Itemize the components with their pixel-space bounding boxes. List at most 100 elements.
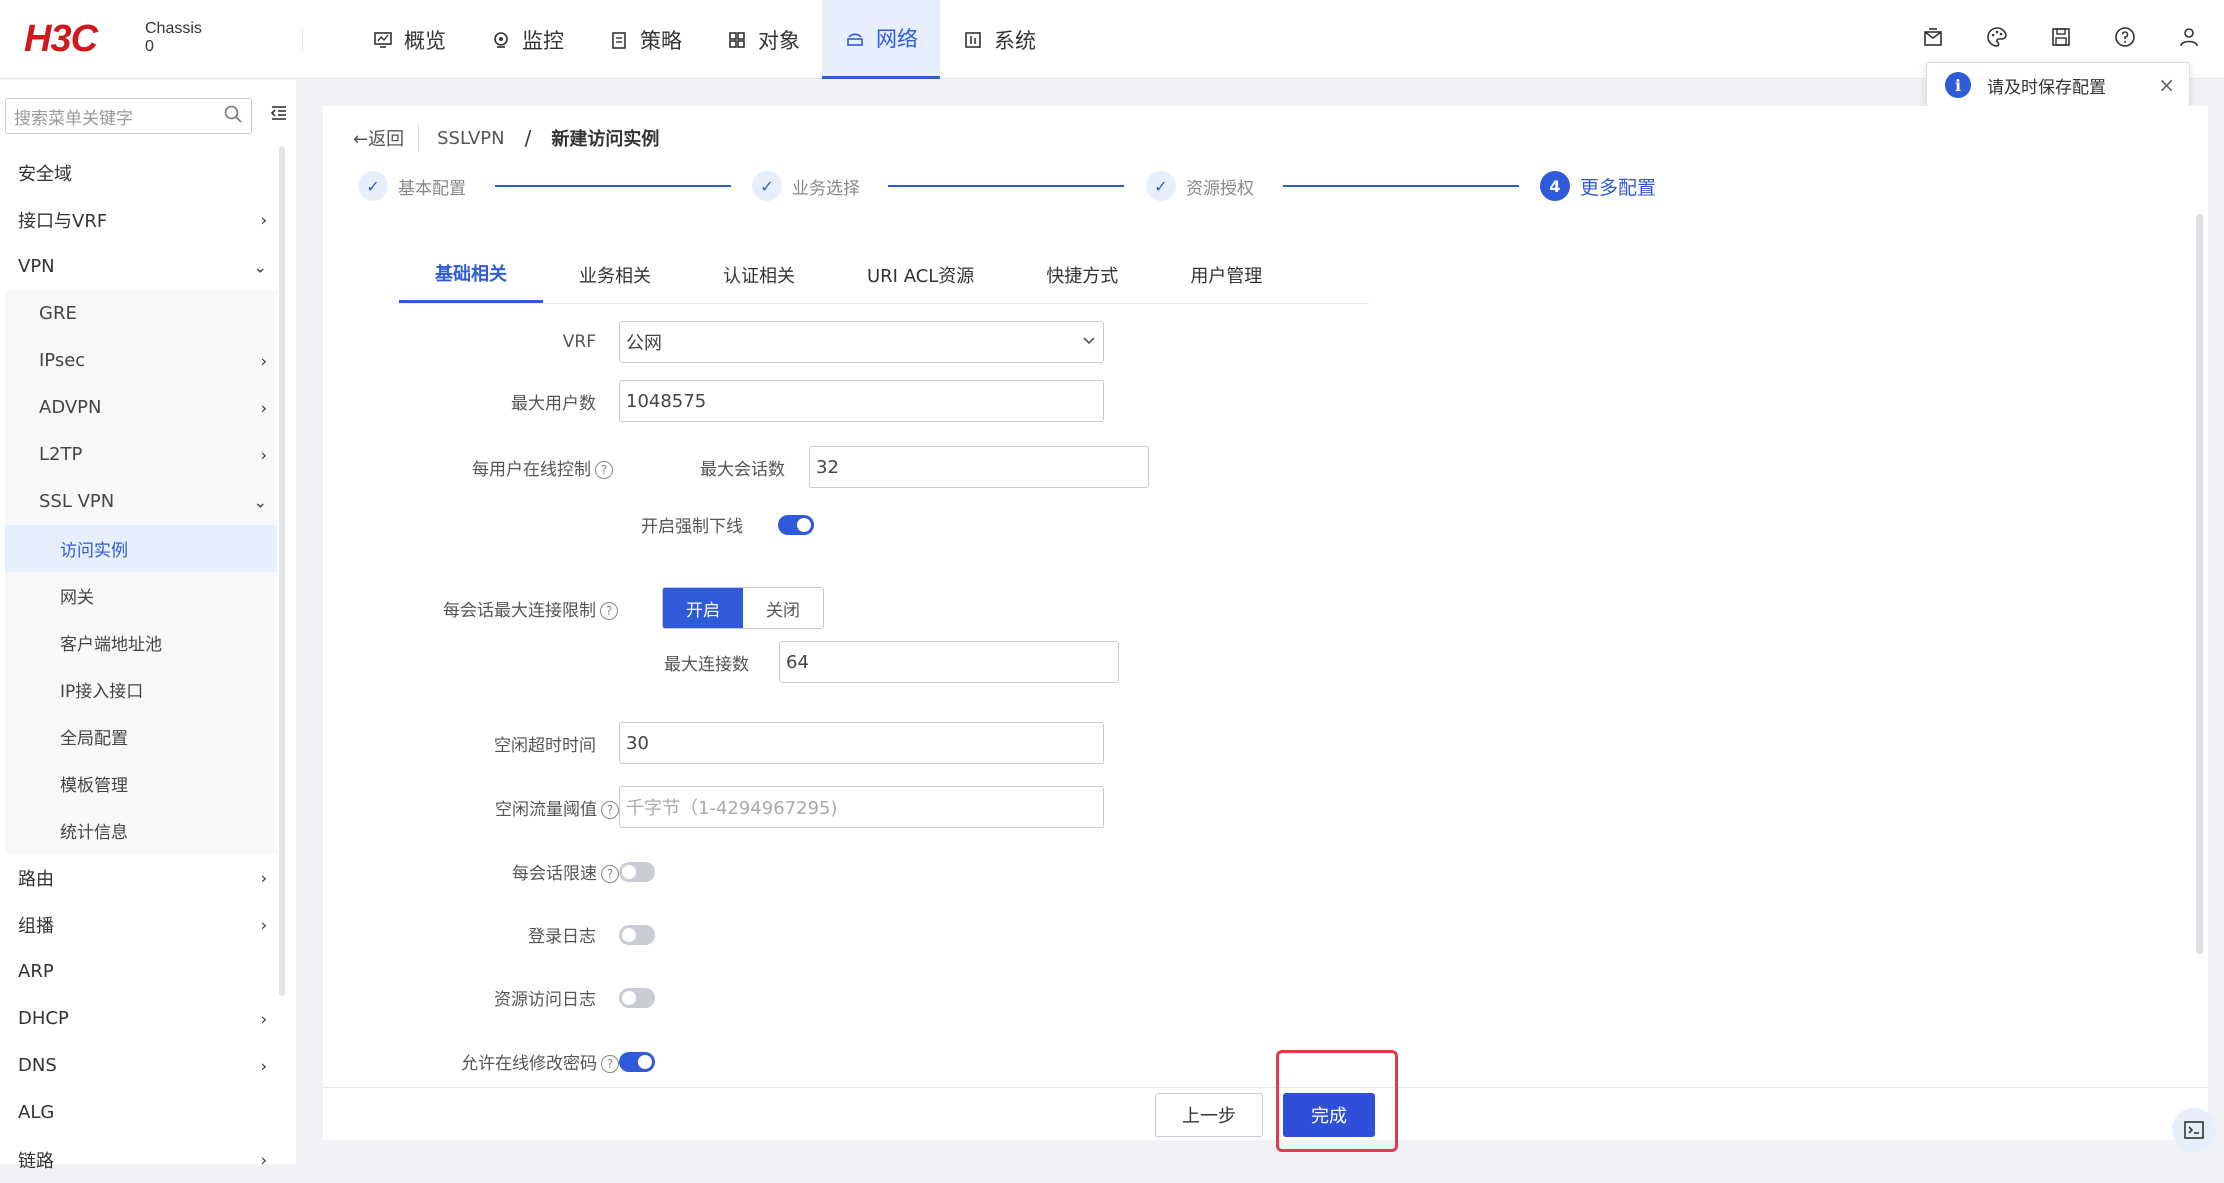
max-sessions-input[interactable]: 32 <box>809 446 1149 488</box>
wizard-footer: 上一步 完成 <box>323 1087 2208 1140</box>
tab-uri-acl[interactable]: URI ACL资源 <box>831 246 1010 303</box>
tab-auth[interactable]: 认证相关 <box>687 246 831 303</box>
sidebar-item-interface-vrf[interactable]: 接口与VRF › <box>5 196 277 243</box>
sidebar-item-ip-access-interface[interactable]: IP接入接口 <box>5 666 277 713</box>
tab-basic[interactable]: 基础相关 <box>399 246 543 303</box>
sidebar-item-label: 网关 <box>60 588 94 608</box>
close-icon[interactable]: × <box>2158 73 2175 97</box>
vrf-row: VRF 公网 <box>323 321 1104 363</box>
tab-user-management[interactable]: 用户管理 <box>1154 246 1298 303</box>
sidebar-item-security-zone[interactable]: 安全域 <box>5 149 277 196</box>
allow-pwd-row: 允许在线修改密码? <box>323 1049 655 1074</box>
idle-timeout-input[interactable]: 30 <box>619 722 1104 764</box>
force-offline-toggle[interactable] <box>778 514 814 535</box>
theme-palette-icon[interactable] <box>1982 22 2012 52</box>
idle-timeout-row: 空闲超时时间 30 <box>323 722 1104 764</box>
message-icon[interactable] <box>1918 22 1948 52</box>
max-users-value: 1048575 <box>626 390 707 412</box>
sidebar-item-label: 接口与VRF <box>18 210 108 232</box>
login-log-row: 登录日志 <box>323 922 655 947</box>
sidebar-item-label: ARP <box>18 961 54 982</box>
step-connector <box>888 185 1124 187</box>
sidebar-scrollbar[interactable] <box>279 146 285 996</box>
step-label: 基本配置 <box>398 178 466 199</box>
prev-step-button[interactable]: 上一步 <box>1155 1093 1263 1137</box>
breadcrumb: ←返回 SSLVPN / 新建访问实例 <box>353 120 659 156</box>
user-icon[interactable] <box>2174 22 2204 52</box>
step-label: 业务选择 <box>792 178 860 199</box>
idle-timeout-value: 30 <box>626 732 649 754</box>
sidebar-item-statistics[interactable]: 统计信息 <box>5 807 277 854</box>
force-offline-label: 开启强制下线 <box>641 517 743 537</box>
session-rate-toggle[interactable] <box>619 861 655 882</box>
sidebar-item-ssl-vpn[interactable]: SSL VPN ⌄ <box>5 478 277 525</box>
sidebar-item-client-address-pool[interactable]: 客户端地址池 <box>5 619 277 666</box>
max-conn-input[interactable]: 64 <box>779 641 1119 683</box>
nav-overview[interactable]: 概览 <box>350 0 468 79</box>
menu-search-input[interactable]: 搜索菜单关键字 <box>5 98 252 134</box>
breadcrumb-parent[interactable]: SSLVPN <box>437 128 505 149</box>
sidebar-item-routing[interactable]: 路由 › <box>5 854 277 901</box>
nav-policy[interactable]: 策略 <box>586 0 704 79</box>
login-log-toggle[interactable] <box>619 924 655 945</box>
content-scrollbar[interactable] <box>2196 214 2203 954</box>
per-session-conn-row: 每会话最大连接限制? 开启 关闭 <box>323 587 824 629</box>
step-label: 资源授权 <box>1186 178 1254 199</box>
sidebar-item-dhcp[interactable]: DHCP › <box>5 995 277 1042</box>
vrf-select[interactable]: 公网 <box>619 321 1104 363</box>
idle-traffic-input[interactable]: 千字节（1-4294967295) <box>619 786 1104 828</box>
max-sessions-value: 32 <box>816 456 839 478</box>
help-circle-icon[interactable]: ? <box>601 800 619 819</box>
device-label: Chassis 0 <box>145 20 202 56</box>
allow-pwd-toggle[interactable] <box>619 1051 655 1072</box>
resource-log-toggle[interactable] <box>619 987 655 1008</box>
sidebar: 搜索菜单关键字 安全域 接口与VRF › VPN ⌄ GRE IPsec › ADVP… <box>0 80 296 1172</box>
step-number: 4 <box>1540 171 1570 201</box>
sidebar-item-alg[interactable]: ALG <box>5 1089 277 1136</box>
nav-system-label: 系统 <box>994 28 1036 53</box>
help-icon[interactable] <box>2110 22 2140 52</box>
sidebar-item-vpn[interactable]: VPN ⌄ <box>5 243 277 290</box>
sidebar-item-global-config[interactable]: 全局配置 <box>5 713 277 760</box>
sidebar-item-arp[interactable]: ARP <box>5 948 277 995</box>
sidebar-item-advpn[interactable]: ADVPN › <box>5 384 277 431</box>
terminal-icon[interactable] <box>2172 1108 2216 1152</box>
search-icon[interactable] <box>223 104 243 129</box>
help-circle-icon[interactable]: ? <box>601 1055 619 1073</box>
sidebar-item-l2tp[interactable]: L2TP › <box>5 431 277 478</box>
help-circle-icon[interactable]: ? <box>595 460 613 479</box>
sidebar-item-multicast[interactable]: 组播 › <box>5 901 277 948</box>
sidebar-item-link[interactable]: 链路 › <box>5 1136 277 1183</box>
sidebar-item-label: GRE <box>39 303 77 324</box>
idle-traffic-text: 空闲流量阈值 <box>495 799 597 820</box>
save-icon[interactable] <box>2046 22 2076 52</box>
force-offline-row: 开启强制下线 <box>323 512 814 537</box>
help-circle-icon[interactable]: ? <box>601 865 619 883</box>
nav-object[interactable]: 对象 <box>704 0 822 79</box>
max-users-input[interactable]: 1048575 <box>619 380 1104 422</box>
nav-monitor[interactable]: 监控 <box>468 0 586 79</box>
sidebar-item-template-management[interactable]: 模板管理 <box>5 760 277 807</box>
check-icon: ✓ <box>358 171 388 201</box>
device-slot: 0 <box>145 38 154 55</box>
tab-shortcut[interactable]: 快捷方式 <box>1010 246 1154 303</box>
sidebar-item-dns[interactable]: DNS › <box>5 1042 277 1089</box>
nav-system[interactable]: 系统 <box>940 0 1058 79</box>
help-circle-icon[interactable]: ? <box>600 601 618 620</box>
nav-network[interactable]: 网络 <box>822 0 940 79</box>
back-link[interactable]: ←返回 <box>353 125 420 151</box>
sidebar-item-gre[interactable]: GRE <box>5 290 277 337</box>
seg-on-button[interactable]: 开启 <box>663 588 743 628</box>
info-icon: i <box>1945 72 1971 98</box>
nav-policy-label: 策略 <box>640 28 682 53</box>
tab-service[interactable]: 业务相关 <box>543 246 687 303</box>
sidebar-item-ipsec[interactable]: IPsec › <box>5 337 277 384</box>
header-tools <box>1918 22 2204 52</box>
seg-off-button[interactable]: 关闭 <box>743 588 823 628</box>
top-bar: H3C Chassis 0 概览 监控 策略 对象 网络 系统 <box>0 0 2224 79</box>
sidebar-item-gateway[interactable]: 网关 <box>5 572 277 619</box>
sidebar-item-label: DHCP <box>18 1008 69 1029</box>
sidebar-item-access-instance[interactable]: 访问实例 <box>5 525 277 572</box>
menu-collapse-icon[interactable] <box>270 104 288 126</box>
idle-timeout-label: 空闲超时时间 <box>494 735 596 756</box>
